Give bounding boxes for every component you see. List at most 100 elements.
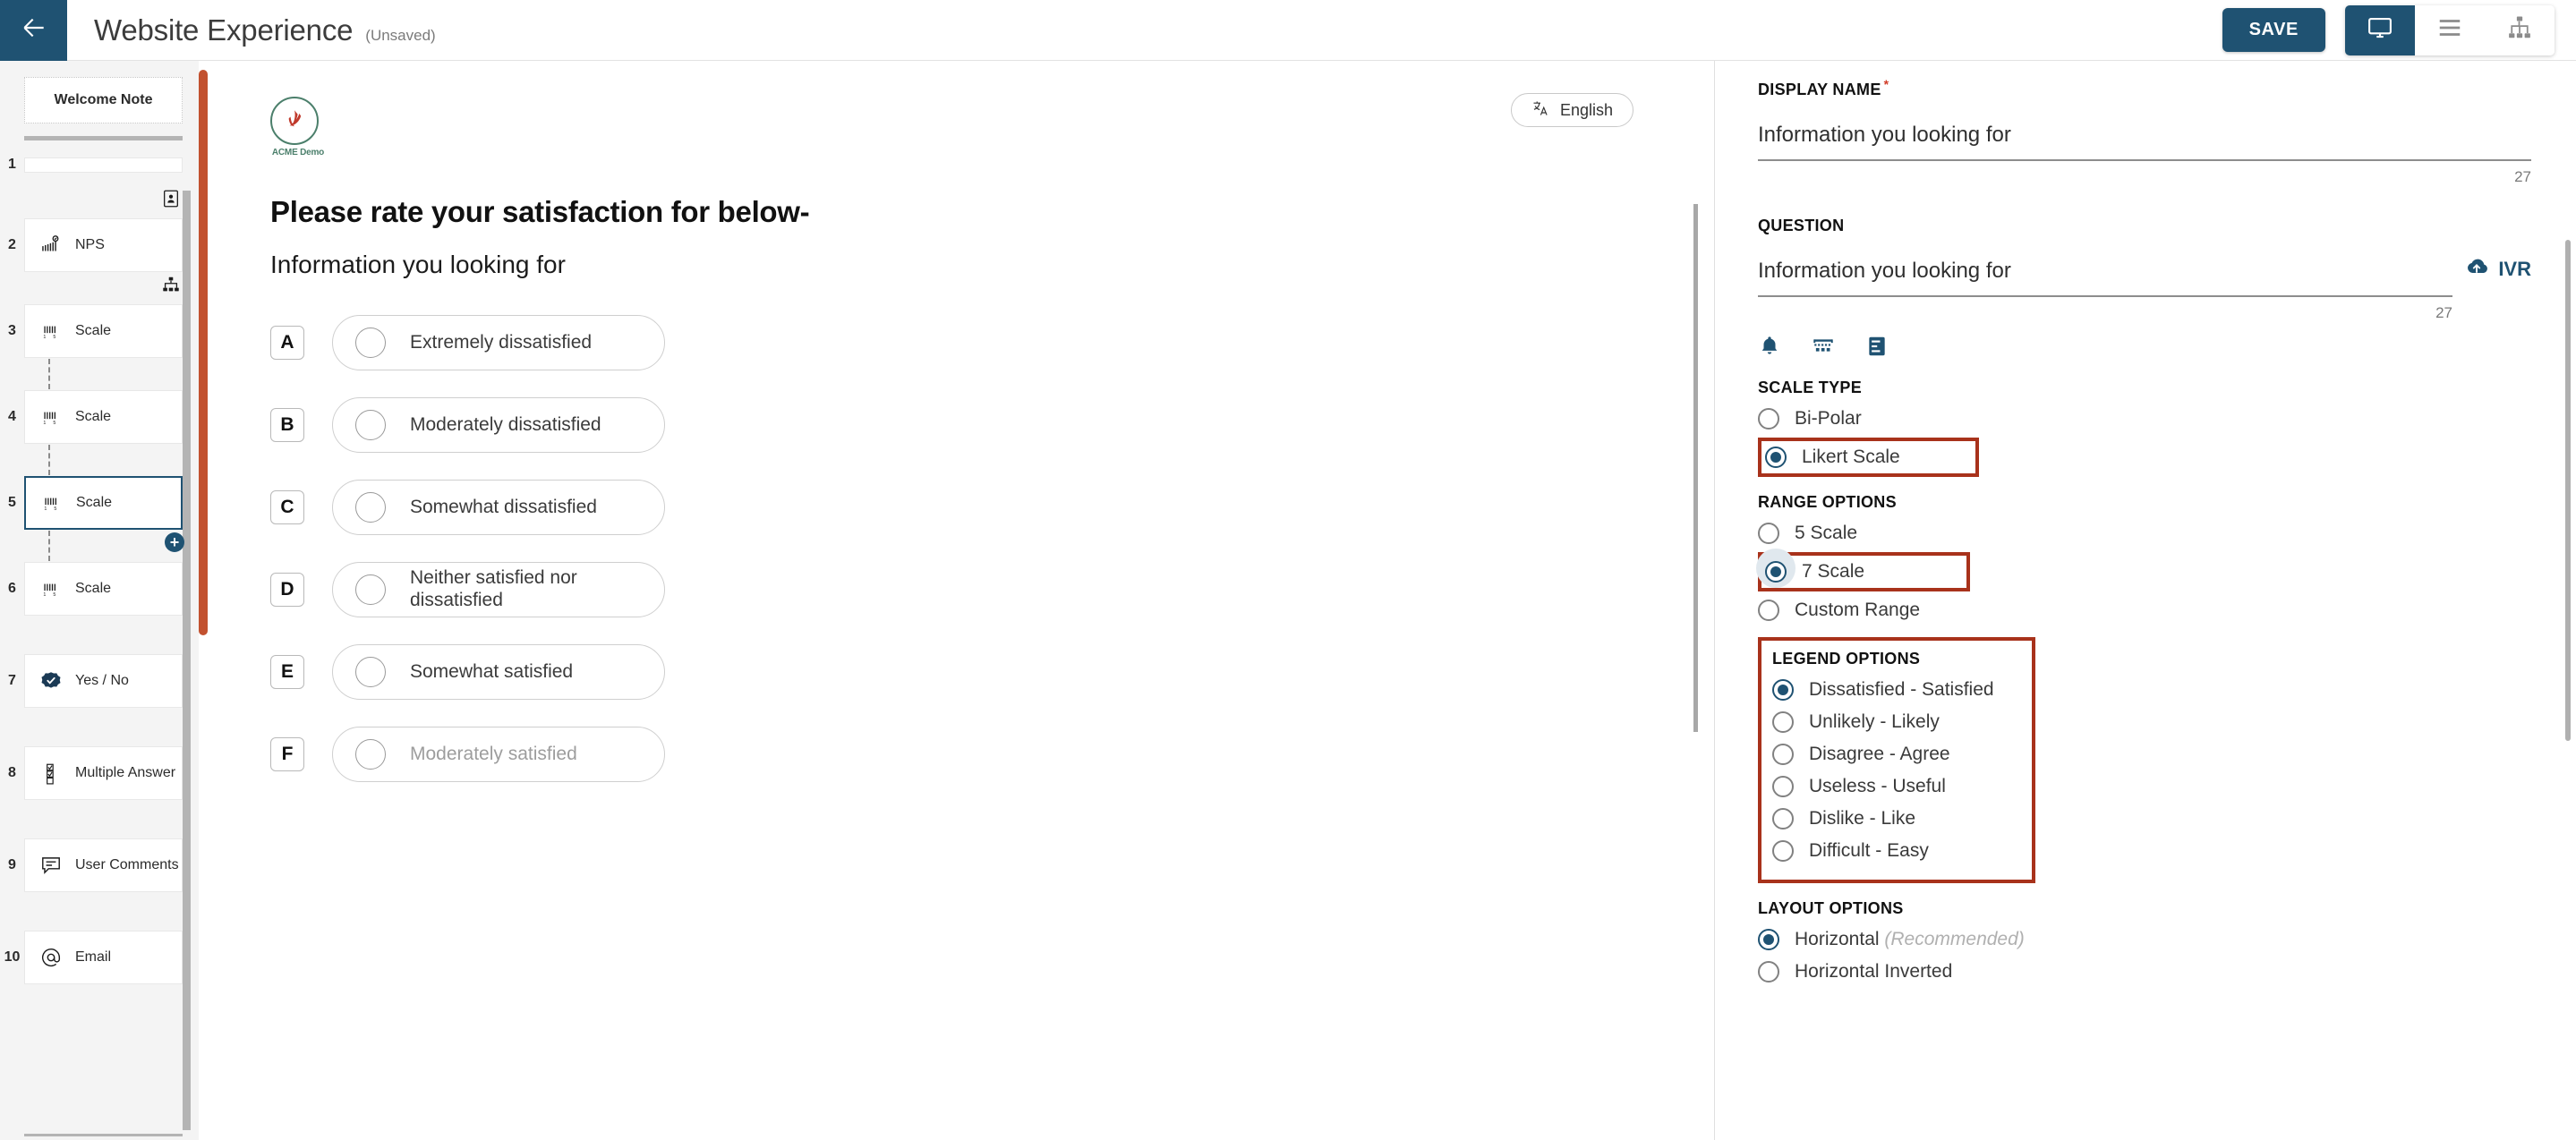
radio-button[interactable] bbox=[1758, 961, 1779, 983]
rail-card-bar[interactable] bbox=[24, 157, 183, 173]
rail-item-9[interactable]: 9 User Comments bbox=[0, 836, 199, 895]
option-pill[interactable]: Somewhat dissatisfied bbox=[332, 480, 665, 535]
rail-item-6[interactable]: 6 1 5 Scale bbox=[0, 559, 199, 618]
option-radio[interactable] bbox=[355, 574, 386, 605]
layout-option-horizontal[interactable]: Horizontal (Recommended) bbox=[1758, 923, 2531, 956]
legend-option-difficult-easy[interactable]: Difficult - Easy bbox=[1772, 835, 2032, 867]
display-name-input[interactable]: Information you looking for bbox=[1758, 123, 2531, 159]
radio-button[interactable] bbox=[1758, 523, 1779, 544]
radio-button[interactable] bbox=[1758, 600, 1779, 621]
rail-card-scale-selected[interactable]: 1 5 Scale bbox=[24, 476, 183, 530]
scale-type-option-likert[interactable]: Likert Scale bbox=[1765, 443, 1972, 472]
option-label: Dislike - Like bbox=[1809, 808, 1916, 829]
desktop-preview-button[interactable] bbox=[2345, 4, 2415, 55]
question-input[interactable]: Information you looking for bbox=[1758, 259, 2464, 295]
rail-item-4[interactable]: 4 1 5 Scale bbox=[0, 387, 199, 447]
option-pill[interactable]: Extremely dissatisfied bbox=[332, 315, 665, 370]
radio-button[interactable] bbox=[1765, 447, 1787, 468]
legend-option-useless-useful[interactable]: Useless - Useful bbox=[1772, 770, 2032, 803]
form-icon[interactable] bbox=[1865, 335, 1889, 362]
rail-card-scale[interactable]: 1 5 Scale bbox=[24, 562, 183, 616]
rail-card-nps[interactable]: NPS bbox=[24, 218, 183, 272]
preview-option-row[interactable]: E Somewhat satisfied bbox=[270, 644, 1714, 700]
add-question-button[interactable]: + bbox=[165, 532, 184, 552]
radio-button[interactable] bbox=[1772, 744, 1794, 765]
rail-card-email[interactable]: Email bbox=[24, 931, 183, 984]
highlight-box-likert: Likert Scale bbox=[1758, 438, 1979, 477]
option-radio[interactable] bbox=[355, 739, 386, 770]
flow-view-button[interactable] bbox=[2485, 4, 2555, 55]
brand-logo: ACME Demo bbox=[270, 97, 326, 157]
preview-options-list: A Extremely dissatisfied B Moderately di… bbox=[270, 315, 1714, 782]
radio-button[interactable] bbox=[1765, 561, 1787, 583]
rail-card-yesno[interactable]: Yes / No bbox=[24, 654, 183, 708]
rail-card-multiple-answer[interactable]: Multiple Answer bbox=[24, 746, 183, 800]
rail-item-1[interactable]: 1 bbox=[0, 140, 199, 189]
rail-item-8[interactable]: 8 Multiple Answer bbox=[0, 744, 199, 803]
rail-label: Scale bbox=[75, 409, 112, 425]
bell-icon[interactable] bbox=[1758, 335, 1781, 362]
legend-option-unlikely-likely[interactable]: Unlikely - Likely bbox=[1772, 706, 2032, 738]
rail-card-scale[interactable]: 1 5 Scale bbox=[24, 390, 183, 444]
layout-option-horizontal-inverted[interactable]: Horizontal Inverted bbox=[1758, 956, 2531, 988]
ivr-button[interactable]: IVR bbox=[2464, 257, 2531, 282]
save-button[interactable]: SAVE bbox=[2222, 8, 2325, 52]
rail-scrollbar[interactable] bbox=[199, 70, 208, 635]
preview-scrollbar[interactable] bbox=[1693, 204, 1698, 732]
keypad-icon[interactable] bbox=[1812, 335, 1835, 362]
list-view-button[interactable] bbox=[2415, 4, 2485, 55]
option-pill[interactable]: Moderately satisfied bbox=[332, 727, 665, 782]
radio-button[interactable] bbox=[1758, 408, 1779, 430]
option-radio[interactable] bbox=[355, 492, 386, 523]
option-pill[interactable]: Moderately dissatisfied bbox=[332, 397, 665, 453]
option-label: Extremely dissatisfied bbox=[410, 331, 593, 353]
legend-option-disagree-agree[interactable]: Disagree - Agree bbox=[1772, 738, 2032, 770]
rail-item-2[interactable]: 2 NPS bbox=[0, 216, 199, 275]
range-option-7-scale[interactable]: 7 Scale bbox=[1755, 549, 1963, 588]
preview-option-row[interactable]: B Moderately dissatisfied bbox=[270, 397, 1714, 453]
back-button[interactable] bbox=[0, 0, 67, 61]
rail-gap-3 bbox=[0, 359, 199, 389]
radio-button[interactable] bbox=[1772, 808, 1794, 829]
option-radio[interactable] bbox=[355, 410, 386, 440]
radio-button[interactable] bbox=[1772, 711, 1794, 733]
legend-option-dissatisfied-satisfied[interactable]: Dissatisfied - Satisfied bbox=[1772, 674, 2032, 706]
legend-options-label: LEGEND OPTIONS bbox=[1772, 650, 1921, 668]
range-option-custom[interactable]: Custom Range bbox=[1758, 594, 2531, 626]
preview-option-row[interactable]: A Extremely dissatisfied bbox=[270, 315, 1714, 370]
preview-option-row[interactable]: F Moderately satisfied bbox=[270, 727, 1714, 782]
rail-item-3[interactable]: 3 1 5 Scale bbox=[0, 302, 199, 361]
radio-button[interactable] bbox=[1772, 679, 1794, 701]
preview-option-row[interactable]: C Somewhat dissatisfied bbox=[270, 480, 1714, 535]
option-pill[interactable]: Neither satisfied nor dissatisfied bbox=[332, 562, 665, 617]
legend-options-group: LEGEND OPTIONS Dissatisfied - Satisfied … bbox=[1758, 637, 2035, 883]
radio-button[interactable] bbox=[1772, 776, 1794, 797]
radio-button[interactable] bbox=[1772, 840, 1794, 862]
preview-option-row[interactable]: D Neither satisfied nor dissatisfied bbox=[270, 562, 1714, 617]
rail-number: 10 bbox=[4, 949, 21, 965]
rail-gap-1 bbox=[0, 189, 199, 216]
rail-item-5[interactable]: 5 1 5 Scale bbox=[0, 473, 199, 532]
contact-card-icon[interactable] bbox=[161, 189, 181, 208]
welcome-note-card[interactable]: Welcome Note bbox=[24, 77, 183, 123]
language-selector[interactable]: English bbox=[1510, 93, 1633, 127]
rail-card-scale[interactable]: 1 5 Scale bbox=[24, 304, 183, 358]
legend-option-dislike-like[interactable]: Dislike - Like bbox=[1772, 803, 2032, 835]
option-pill[interactable]: Somewhat satisfied bbox=[332, 644, 665, 700]
radio-button[interactable] bbox=[1758, 929, 1779, 950]
scale-icon: 1 5 bbox=[39, 577, 63, 600]
rail-gap-7 bbox=[0, 710, 199, 744]
rail-connector bbox=[48, 445, 50, 475]
question-rail[interactable]: Welcome Note 1 2 NPS 3 1 5 Scale 4 1 5 S… bbox=[0, 61, 199, 1140]
option-radio[interactable] bbox=[355, 328, 386, 358]
range-option-5-scale[interactable]: 5 Scale bbox=[1758, 517, 2531, 549]
option-radio[interactable] bbox=[355, 657, 386, 687]
rail-item-7[interactable]: 7 Yes / No bbox=[0, 651, 199, 710]
scale-type-option-bipolar[interactable]: Bi-Polar bbox=[1758, 403, 2531, 435]
svg-text:1: 1 bbox=[43, 592, 46, 598]
panel-scrollbar[interactable] bbox=[2565, 240, 2571, 741]
rail-card-user-comments[interactable]: User Comments bbox=[24, 838, 183, 892]
rail-item-10[interactable]: 10 Email bbox=[0, 928, 199, 987]
branching-icon[interactable] bbox=[161, 275, 181, 294]
rail-label: Email bbox=[75, 949, 112, 966]
